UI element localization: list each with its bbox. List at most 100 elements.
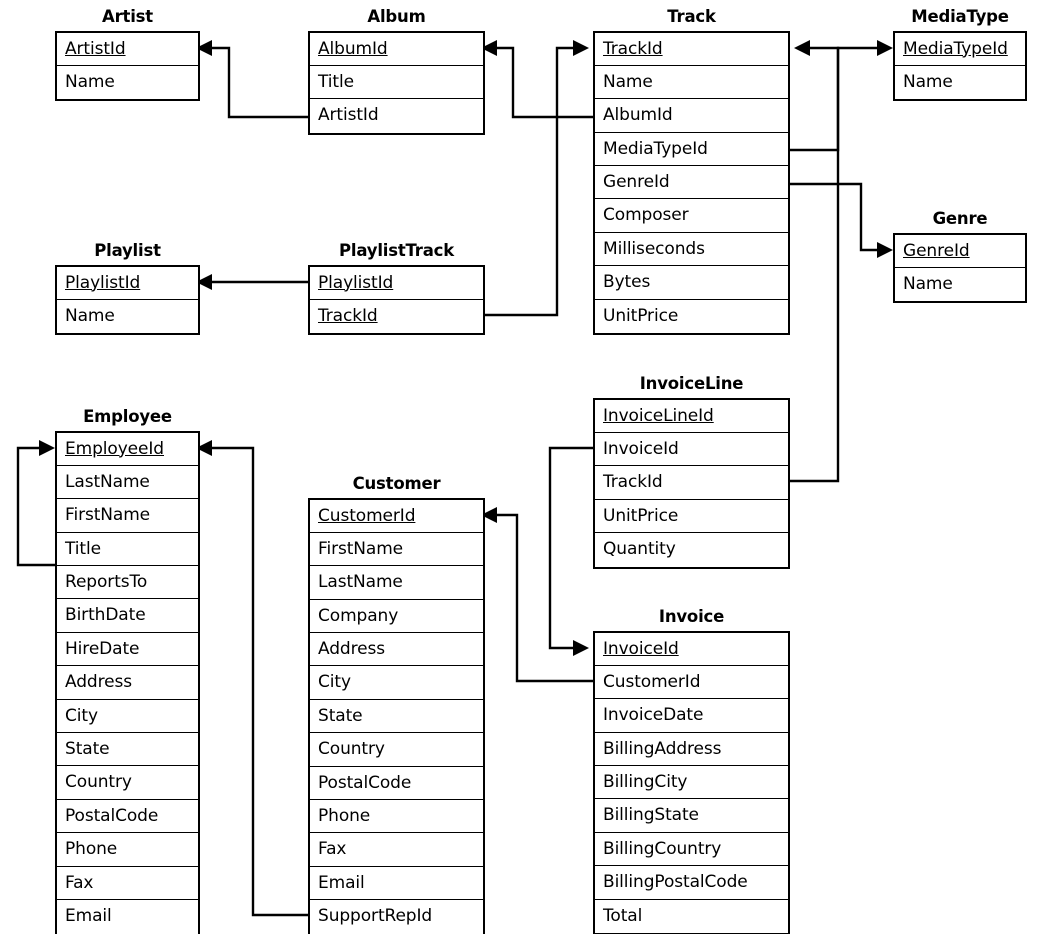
- attribute-invoice-customerid[interactable]: CustomerId: [595, 666, 788, 700]
- entity-artist[interactable]: Artist ArtistId Name: [55, 8, 200, 102]
- attribute-album-title[interactable]: Title: [310, 66, 483, 100]
- er-diagram-canvas: Artist ArtistId Name Album AlbumId Title Artis…: [0, 0, 1047, 934]
- attribute-track-name[interactable]: Name: [595, 66, 788, 100]
- attribute-invoiceline-invoiceid[interactable]: InvoiceId: [595, 433, 788, 467]
- attribute-label: Title: [318, 71, 354, 92]
- entity-mediatype[interactable]: MediaType MediaTypeId Name: [893, 8, 1027, 102]
- attribute-invoiceline-trackid[interactable]: TrackId: [595, 466, 788, 500]
- attribute-employee-title[interactable]: Title: [57, 533, 198, 567]
- attribute-playlist-playlistid[interactable]: PlaylistId: [57, 267, 198, 300]
- attribute-album-artistid[interactable]: ArtistId: [310, 99, 483, 132]
- attribute-playlisttrack-playlistid[interactable]: PlaylistId: [310, 267, 483, 300]
- attribute-track-composer[interactable]: Composer: [595, 199, 788, 233]
- attribute-label: LastName: [65, 471, 150, 492]
- attribute-employee-lastname[interactable]: LastName: [57, 466, 198, 500]
- attribute-invoice-invoicedate[interactable]: InvoiceDate: [595, 699, 788, 733]
- attribute-employee-address[interactable]: Address: [57, 666, 198, 700]
- attribute-employee-email[interactable]: Email: [57, 900, 198, 933]
- attribute-invoiceline-quantity[interactable]: Quantity: [595, 533, 788, 566]
- entity-genre[interactable]: Genre GenreId Name: [893, 210, 1027, 304]
- attribute-invoice-billingaddress[interactable]: BillingAddress: [595, 733, 788, 767]
- attribute-customer-country[interactable]: Country: [310, 733, 483, 767]
- attribute-customer-email[interactable]: Email: [310, 867, 483, 901]
- attribute-employee-state[interactable]: State: [57, 733, 198, 767]
- entity-title-playlist: Playlist: [94, 241, 161, 260]
- attribute-customer-postalcode[interactable]: PostalCode: [310, 767, 483, 801]
- entity-invoiceline[interactable]: InvoiceLine InvoiceLineId InvoiceId TrackId…: [593, 375, 790, 569]
- attribute-invoice-billingcountry[interactable]: BillingCountry: [595, 833, 788, 867]
- attribute-employee-phone[interactable]: Phone: [57, 833, 198, 867]
- attribute-customer-city[interactable]: City: [310, 666, 483, 700]
- entity-customer[interactable]: Customer CustomerId FirstName LastName Compa…: [308, 475, 485, 934]
- attribute-employee-birthdate[interactable]: BirthDate: [57, 599, 198, 633]
- attribute-invoice-invoiceid[interactable]: InvoiceId: [595, 633, 788, 666]
- attribute-label: Email: [65, 905, 112, 926]
- entity-playlist[interactable]: Playlist PlaylistId Name: [55, 241, 200, 336]
- attribute-invoice-billingcity[interactable]: BillingCity: [595, 766, 788, 800]
- entity-album[interactable]: Album AlbumId Title ArtistId: [308, 8, 485, 135]
- attribute-album-albumid[interactable]: AlbumId: [310, 33, 483, 66]
- entity-title-invoice: Invoice: [658, 607, 725, 626]
- attribute-customer-fax[interactable]: Fax: [310, 833, 483, 867]
- entity-employee[interactable]: Employee EmployeeId LastName FirstName Title…: [55, 408, 200, 934]
- connector-track-mediatypeid-to-mediatype: [790, 40, 893, 152]
- attribute-label: Address: [65, 672, 133, 693]
- entity-invoice[interactable]: Invoice InvoiceId CustomerId InvoiceDate Bil…: [593, 607, 790, 934]
- attribute-employee-country[interactable]: Country: [57, 766, 198, 800]
- attribute-track-genreid[interactable]: GenreId: [595, 166, 788, 200]
- entity-playlisttrack[interactable]: PlaylistTrack PlaylistId TrackId: [308, 242, 485, 336]
- attribute-playlist-name[interactable]: Name: [57, 300, 198, 333]
- attribute-customer-supportrepid[interactable]: SupportRepId: [310, 900, 483, 933]
- attribute-label: GenreId: [903, 240, 970, 261]
- attribute-track-bytes[interactable]: Bytes: [595, 266, 788, 300]
- attribute-label: AlbumId: [318, 38, 388, 59]
- arrowhead-icon: [877, 40, 893, 56]
- attribute-employee-employeeid[interactable]: EmployeeId: [57, 433, 198, 466]
- attribute-customer-address[interactable]: Address: [310, 633, 483, 667]
- attribute-employee-fax[interactable]: Fax: [57, 867, 198, 900]
- attribute-label: Title: [65, 538, 101, 559]
- attribute-artist-artistid[interactable]: ArtistId: [57, 33, 198, 66]
- attribute-label: TrackId: [603, 472, 663, 493]
- attribute-invoice-billingpostalcode[interactable]: BillingPostalCode: [595, 866, 788, 900]
- attribute-customer-customerid[interactable]: CustomerId: [310, 500, 483, 533]
- attribute-employee-postalcode[interactable]: PostalCode: [57, 800, 198, 834]
- attribute-employee-reportsto[interactable]: ReportsTo: [57, 566, 198, 600]
- attribute-customer-company[interactable]: Company: [310, 600, 483, 634]
- attribute-employee-hiredate[interactable]: HireDate: [57, 633, 198, 667]
- attribute-customer-state[interactable]: State: [310, 700, 483, 734]
- attribute-customer-phone[interactable]: Phone: [310, 800, 483, 834]
- entity-title-track: Track: [667, 7, 716, 26]
- attribute-track-albumid[interactable]: AlbumId: [595, 99, 788, 133]
- attribute-label: TrackId: [603, 38, 663, 59]
- attribute-label: BillingAddress: [603, 738, 722, 759]
- attribute-label: CustomerId: [318, 505, 416, 526]
- connector-playlisttrack-trackid-to-track: [485, 40, 589, 317]
- entity-box-playlisttrack: PlaylistId TrackId: [308, 264, 485, 336]
- attribute-invoiceline-unitprice[interactable]: UnitPrice: [595, 500, 788, 534]
- attribute-track-mediatypeid[interactable]: MediaTypeId: [595, 133, 788, 167]
- attribute-label: Company: [318, 605, 399, 626]
- attribute-invoice-total[interactable]: Total: [595, 900, 788, 933]
- attribute-invoice-billingstate[interactable]: BillingState: [595, 799, 788, 833]
- attribute-mediatype-mediatypeid[interactable]: MediaTypeId: [895, 33, 1025, 66]
- arrowhead-icon: [39, 440, 55, 456]
- attribute-track-trackid[interactable]: TrackId: [595, 33, 788, 66]
- attribute-label: PlaylistId: [65, 272, 141, 293]
- attribute-invoiceline-invoicelineid[interactable]: InvoiceLineId: [595, 400, 788, 433]
- entity-box-album: AlbumId Title ArtistId: [308, 30, 485, 135]
- attribute-customer-lastname[interactable]: LastName: [310, 566, 483, 600]
- attribute-employee-firstname[interactable]: FirstName: [57, 499, 198, 533]
- attribute-playlisttrack-trackid[interactable]: TrackId: [310, 300, 483, 333]
- attribute-mediatype-name[interactable]: Name: [895, 66, 1025, 99]
- attribute-track-unitprice[interactable]: UnitPrice: [595, 300, 788, 333]
- attribute-genre-name[interactable]: Name: [895, 268, 1025, 301]
- attribute-customer-firstname[interactable]: FirstName: [310, 533, 483, 567]
- attribute-artist-name[interactable]: Name: [57, 66, 198, 99]
- connector-employee-reportsto-self: [16, 440, 55, 567]
- attribute-genre-genreid[interactable]: GenreId: [895, 235, 1025, 268]
- entity-track[interactable]: Track TrackId Name AlbumId MediaTypeId GenreI…: [593, 7, 790, 336]
- attribute-employee-city[interactable]: City: [57, 700, 198, 734]
- attribute-track-milliseconds[interactable]: Milliseconds: [595, 233, 788, 267]
- attribute-label: City: [65, 705, 98, 726]
